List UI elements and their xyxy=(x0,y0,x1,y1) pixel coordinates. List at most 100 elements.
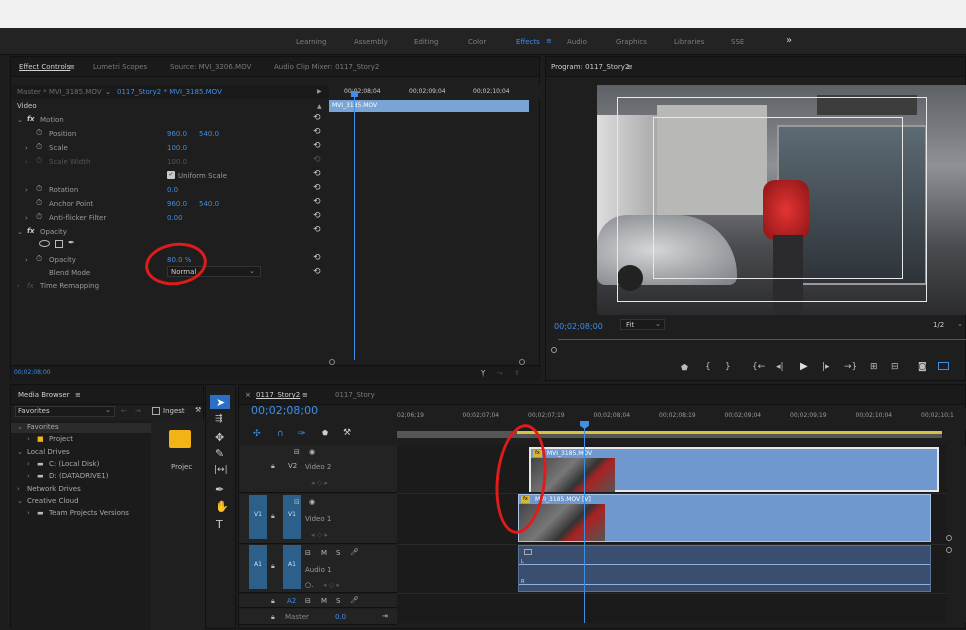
linked-selection-icon[interactable]: ✑ xyxy=(298,429,306,439)
stopwatch-icon[interactable]: ⏱ xyxy=(36,185,42,193)
tree-expand-chevron-icon[interactable]: › xyxy=(27,460,30,468)
ingest-checkbox[interactable] xyxy=(152,407,160,415)
effect-controls-menu-icon[interactable]: ≡ xyxy=(69,63,75,71)
anchor-y-value[interactable]: 540.0 xyxy=(199,200,219,208)
lift-icon[interactable]: ⊞ xyxy=(870,362,878,372)
magnet-icon[interactable]: ∩ xyxy=(277,429,284,439)
tree-expand-chevron-icon[interactable]: › xyxy=(27,509,30,517)
workspace-menu-icon[interactable]: ≡ xyxy=(546,37,552,45)
dropdown-chevron-icon[interactable]: ⌄ xyxy=(105,88,111,96)
chevron-down-icon[interactable]: ⌄ xyxy=(105,406,111,414)
lock-icon[interactable]: 🔒︎ xyxy=(271,512,275,521)
eye-icon[interactable]: ◉ xyxy=(309,498,315,506)
pen-tool-icon[interactable]: ✒ xyxy=(215,484,224,495)
tree-expand-chevron-icon[interactable]: › xyxy=(27,472,30,480)
go-to-out-icon[interactable]: →} xyxy=(844,362,857,372)
ec-current-time[interactable]: 00;02;08;00 xyxy=(14,369,51,376)
sequence-clip-label[interactable]: 0117_Story2 * MVI_3185.MOV xyxy=(117,88,222,96)
antiflicker-expand-chevron-icon[interactable]: › xyxy=(25,214,28,222)
track-a2-label[interactable]: A2 xyxy=(287,597,296,605)
tree-expand-chevron-icon[interactable]: › xyxy=(17,485,20,493)
tree-expand-chevron-icon[interactable]: ⌄ xyxy=(17,497,23,505)
filter-icon[interactable]: Ỵ xyxy=(481,369,485,377)
lock-icon[interactable]: 🔒︎ xyxy=(271,613,275,622)
keyframe-nav-icon[interactable]: ◂ ◇ ▸ xyxy=(311,531,328,539)
ec-playhead[interactable] xyxy=(354,95,355,360)
chevron-down-icon[interactable]: ⌄ xyxy=(655,320,661,328)
lock-icon[interactable]: 🔒︎ xyxy=(271,597,275,606)
master-volume-value[interactable]: 0.0 xyxy=(335,613,346,621)
stopwatch-icon[interactable]: ⏱ xyxy=(36,213,42,221)
lock-icon[interactable]: 🔒︎ xyxy=(271,462,275,471)
microphone-icon[interactable]: 🎤︎ xyxy=(350,548,359,556)
add-marker-icon[interactable]: ⬟ xyxy=(322,429,328,437)
position-x-value[interactable]: 960.0 xyxy=(167,130,187,138)
program-scrub-bar[interactable] xyxy=(558,339,966,340)
stopwatch-icon[interactable]: ⏱ xyxy=(36,199,42,207)
workspace-audio[interactable]: Audio xyxy=(567,38,587,46)
reset-icon[interactable]: ⟲ xyxy=(313,170,321,179)
extract-icon[interactable]: ⊟ xyxy=(891,362,899,372)
anchor-x-value[interactable]: 960.0 xyxy=(167,200,187,208)
reset-icon[interactable]: ⟲ xyxy=(313,142,321,151)
clip-a1[interactable]: L R xyxy=(518,545,931,592)
rectangle-mask-icon[interactable] xyxy=(55,240,63,248)
wrench-icon[interactable]: ⚒ xyxy=(195,406,201,414)
ellipse-mask-icon[interactable] xyxy=(39,240,50,247)
track-select-tool-icon[interactable]: ⇶ xyxy=(215,415,223,424)
stopwatch-icon[interactable]: ⏱ xyxy=(36,129,42,137)
track-a1-target[interactable]: A1 xyxy=(283,545,301,589)
uniform-scale-checkbox[interactable]: ✓ xyxy=(167,171,175,179)
timeline-vertical-scrollbar[interactable] xyxy=(948,445,966,623)
scroll-handle[interactable] xyxy=(946,547,952,553)
workspace-editing[interactable]: Editing xyxy=(414,38,438,46)
back-arrow-icon[interactable]: ← xyxy=(121,407,127,415)
program-timecode[interactable]: 00;02;08;00 xyxy=(554,322,603,331)
reset-icon[interactable]: ⟲ xyxy=(313,128,321,137)
clip-v2[interactable]: fx MVI_3185.MOV xyxy=(529,447,939,492)
tree-expand-chevron-icon[interactable]: ⌄ xyxy=(17,423,23,431)
track-v2-label[interactable]: V2 xyxy=(288,462,297,470)
source-patch-a1[interactable]: A1 xyxy=(249,545,267,589)
scroll-up-icon[interactable]: ▲ xyxy=(317,103,322,110)
keyframe-nav-icon[interactable]: ◂ ◇ ▸ xyxy=(311,479,328,487)
volume-icon[interactable]: ○. xyxy=(305,581,313,589)
add-marker-icon[interactable]: ⬟ xyxy=(681,363,688,372)
tree-item-label[interactable]: C: (Local Disk) xyxy=(49,460,99,468)
slip-tool-icon[interactable]: |↔| xyxy=(214,466,228,475)
toggle-sync-lock-icon[interactable]: ⊟ xyxy=(294,448,300,456)
tree-expand-chevron-icon[interactable]: ⌄ xyxy=(17,448,23,456)
ec-zoom-handle[interactable] xyxy=(329,359,335,365)
mark-in-icon[interactable]: { xyxy=(705,362,711,372)
tree-item-label[interactable]: Favorites xyxy=(27,423,59,431)
pen-mask-icon[interactable]: ✒ xyxy=(68,239,75,247)
source-patch-v1[interactable]: V1 xyxy=(249,495,267,539)
ripple-icon[interactable]: ⤳ xyxy=(497,369,503,378)
reset-icon[interactable]: ⟲ xyxy=(313,198,321,207)
mute-button[interactable]: M xyxy=(321,597,327,605)
motion-expand-chevron-icon[interactable]: ⌄ xyxy=(17,116,23,124)
tree-item-label[interactable]: D: (DATADRIVE1) xyxy=(49,472,108,480)
antiflicker-value[interactable]: 0.00 xyxy=(167,214,183,222)
program-menu-icon[interactable]: ≡ xyxy=(627,63,633,71)
close-icon[interactable]: × xyxy=(245,391,251,399)
type-tool-icon[interactable]: T xyxy=(216,519,223,530)
more-workspaces-icon[interactable]: » xyxy=(786,35,792,46)
reset-icon[interactable]: ⟲ xyxy=(313,268,321,277)
timeline-menu-icon[interactable]: ≡ xyxy=(302,391,308,399)
media-browser-menu-icon[interactable]: ≡ xyxy=(75,391,81,399)
tree-expand-chevron-icon[interactable]: › xyxy=(27,435,30,443)
keyframe-nav-icon[interactable]: ◂ ◇ ▸ xyxy=(323,581,340,589)
program-video-frame[interactable] xyxy=(597,85,966,315)
tab-sequence-0117-story[interactable]: 0117_Story xyxy=(335,391,375,399)
opacity-value-expand-chevron-icon[interactable]: › xyxy=(25,256,28,264)
reset-icon[interactable]: ⟲ xyxy=(313,184,321,193)
toggle-sync-lock-icon[interactable]: ⊟ xyxy=(305,597,311,605)
forward-arrow-icon[interactable]: → xyxy=(135,407,141,415)
tree-item-label[interactable]: Creative Cloud xyxy=(27,497,79,505)
export-icon[interactable]: ⇪ xyxy=(514,369,520,377)
workspace-libraries[interactable]: Libraries xyxy=(674,38,704,46)
tab-sequence-0117-story2[interactable]: 0117_Story2 xyxy=(256,391,300,399)
reset-icon[interactable]: ⟲ xyxy=(313,254,321,263)
time-remap-chevron-icon[interactable]: › xyxy=(17,282,20,290)
